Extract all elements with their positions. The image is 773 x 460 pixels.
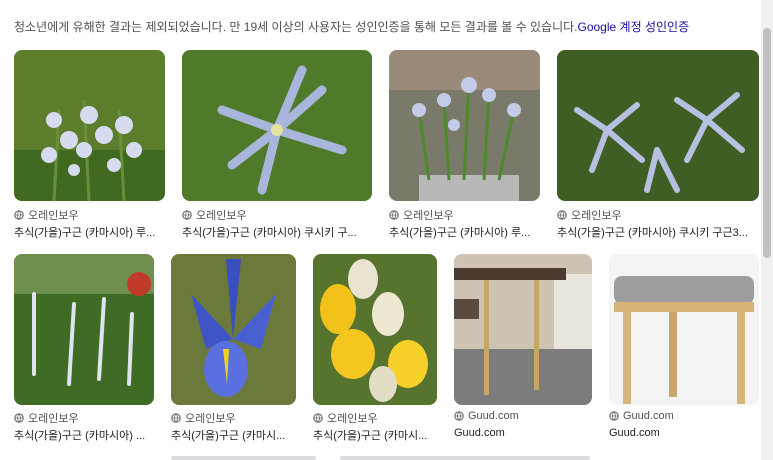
result-title-6[interactable]: 추식(가을)구근 (카마시... [171,427,296,443]
result-title-1[interactable]: 추식(가을)구근 (카마시아) 루... [14,224,165,240]
safe-search-notice: 청소년에게 유해한 결과는 제외되었습니다. 만 19세 이상의 사용자는 성인… [14,18,689,35]
camassia-flower-photo [14,50,165,201]
scrollbar-track[interactable] [761,0,773,460]
camassia-pot-photo [389,50,540,201]
result-source-6[interactable]: 오레인보우 [171,410,236,426]
camassia-garden-photo [14,254,154,405]
source-label: 오레인보우 [571,210,622,222]
source-label: 오레인보우 [196,210,247,222]
globe-icon [557,210,567,220]
yellow-iris-photo [313,254,437,405]
scrollbar-thumb[interactable] [763,28,771,258]
result-image-9[interactable] [609,254,759,405]
result-source-9[interactable]: Guud.com [609,410,674,422]
camassia-flower-photo [557,50,759,201]
globe-icon [389,210,399,220]
result-image-4[interactable] [557,50,759,201]
globe-icon [171,413,181,423]
result-image-2[interactable] [182,50,372,201]
result-source-8[interactable]: Guud.com [454,410,519,422]
result-title-7[interactable]: 추식(가을)구근 (카마시... [313,427,437,443]
blue-iris-photo [171,254,296,405]
globe-icon [14,413,24,423]
result-title-8[interactable]: Guud.com [454,427,592,439]
source-label: 오레인보우 [28,210,79,222]
result-source-2[interactable]: 오레인보우 [182,207,247,223]
result-title-4[interactable]: 추식(가을)구근 (카마시아) 쿠시키 구근3... [557,224,751,240]
source-label: 오레인보우 [28,413,79,425]
notice-text: 청소년에게 유해한 결과는 제외되었습니다. 만 19세 이상의 사용자는 성인… [14,20,578,34]
adult-verification-link[interactable]: Google 계정 성인인증 [578,20,690,34]
result-source-1[interactable]: 오레인보우 [14,207,79,223]
result-source-7[interactable]: 오레인보우 [313,410,378,426]
source-label: 오레인보우 [327,413,378,425]
globe-icon [609,411,619,421]
globe-icon [182,210,192,220]
result-image-7[interactable] [313,254,437,405]
source-label: 오레인보우 [185,413,236,425]
result-title-5[interactable]: 추식(가을)구근 (카마시아) ... [14,427,154,443]
result-source-4[interactable]: 오레인보우 [557,207,622,223]
source-label: Guud.com [468,410,519,422]
camassia-flower-photo [182,50,372,201]
wooden-bench-photo [609,254,759,405]
result-image-6[interactable] [171,254,296,405]
result-image-3[interactable] [389,50,540,201]
result-source-5[interactable]: 오레인보우 [14,410,79,426]
result-title-2[interactable]: 추식(가을)구근 (카마시아) 쿠시키 구... [182,224,372,240]
result-image-1[interactable] [14,50,165,201]
globe-icon [454,411,464,421]
result-image-8[interactable] [454,254,592,405]
source-label: 오레인보우 [403,210,454,222]
next-row-hint [171,456,316,460]
next-row-hint [340,456,590,460]
result-image-5[interactable] [14,254,154,405]
globe-icon [14,210,24,220]
result-title-3[interactable]: 추식(가을)구근 (카마시아) 루... [389,224,540,240]
globe-icon [313,413,323,423]
result-title-9[interactable]: Guud.com [609,427,759,439]
wooden-table-photo [454,254,592,405]
source-label: Guud.com [623,410,674,422]
result-source-3[interactable]: 오레인보우 [389,207,454,223]
